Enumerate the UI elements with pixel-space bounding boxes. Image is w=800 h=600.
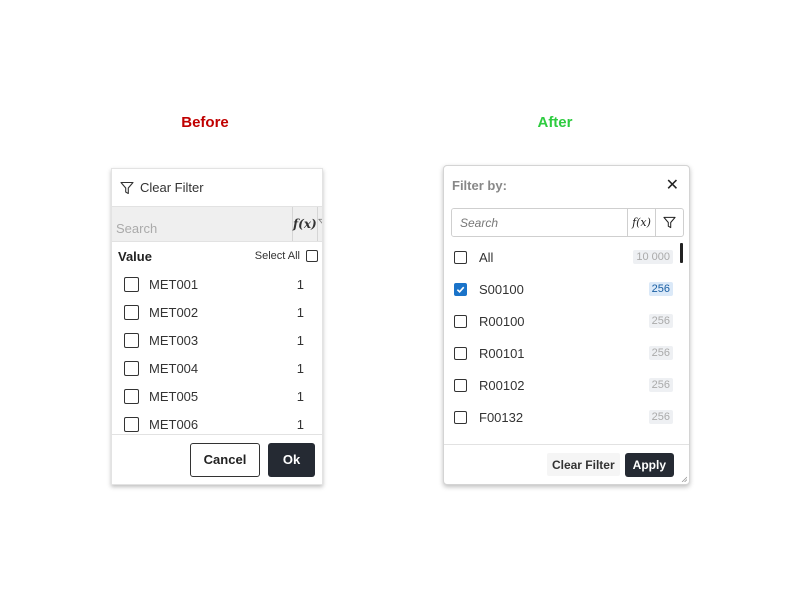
item-checkbox[interactable]	[454, 378, 467, 392]
search-row: f(x)	[112, 206, 322, 242]
list-item[interactable]: R00100 256	[444, 305, 689, 337]
item-label: MET004	[149, 360, 199, 376]
item-checkbox[interactable]	[454, 282, 467, 296]
item-count: 1	[296, 388, 304, 404]
search-row: f(x)	[451, 208, 684, 237]
item-count: 1	[296, 360, 304, 376]
list-item[interactable]: R00101 256	[444, 337, 689, 369]
item-label: S00100	[479, 281, 524, 297]
checkmark-icon	[456, 286, 465, 293]
before-footer: Cancel Ok	[112, 434, 322, 484]
item-count-badge: 256	[648, 314, 673, 328]
item-checkbox[interactable]	[124, 304, 139, 320]
item-count-badge: 256	[648, 378, 673, 392]
fx-label: f(x)	[293, 217, 317, 231]
item-label: R00102	[479, 377, 525, 393]
close-icon[interactable]: ✕	[666, 175, 679, 195]
list-item[interactable]: All 10 000	[444, 241, 689, 273]
search-input[interactable]	[452, 209, 627, 236]
value-header: Value	[118, 248, 152, 264]
resize-handle-icon[interactable]	[681, 476, 687, 482]
item-label: MET006	[149, 416, 199, 432]
item-count: 1	[296, 332, 304, 348]
item-checkbox[interactable]	[124, 332, 139, 348]
item-checkbox[interactable]	[454, 250, 467, 264]
item-label: MET001	[149, 276, 199, 292]
item-checkbox[interactable]	[454, 346, 467, 360]
item-checkbox[interactable]	[454, 410, 467, 424]
filter-button[interactable]	[316, 207, 322, 241]
value-list: All 10 000 S00100 256 R00100 256 R00101 256 …	[444, 241, 689, 437]
after-filter-panel: Filter by: ✕ f(x) All 10 000 S00100 256 R0…	[443, 165, 690, 485]
value-header-row: Value Select All	[112, 242, 322, 270]
item-count: 1	[296, 304, 304, 320]
item-count-badge: 256	[648, 346, 673, 360]
item-label: All	[479, 249, 494, 265]
filter-button[interactable]	[655, 209, 683, 236]
item-count: 1	[296, 416, 304, 432]
list-item[interactable]: R00102 256	[444, 369, 689, 401]
item-checkbox[interactable]	[454, 314, 467, 328]
item-count: 1	[296, 276, 304, 292]
cancel-button[interactable]: Cancel	[190, 442, 260, 477]
select-all-label: Select All	[254, 250, 300, 262]
function-button[interactable]: f(x)	[627, 209, 655, 236]
item-label: R00101	[479, 345, 525, 361]
filter-header: Filter by: ✕	[444, 166, 689, 204]
list-item[interactable]: MET002 1	[112, 298, 322, 326]
apply-button[interactable]: Apply	[624, 452, 674, 477]
filter-title: Filter by:	[452, 177, 507, 193]
item-checkbox[interactable]	[124, 360, 139, 376]
item-label: F00132	[479, 409, 524, 425]
fx-label: f(x)	[632, 216, 651, 229]
item-count-badge: 256	[648, 282, 673, 296]
list-item[interactable]: F00132 256	[444, 401, 689, 433]
clear-filter-header[interactable]: Clear Filter	[112, 169, 322, 206]
item-label: R00100	[479, 313, 525, 329]
item-checkbox[interactable]	[124, 276, 139, 292]
item-label: MET005	[149, 388, 199, 404]
funnel-icon	[120, 181, 134, 194]
item-count-badge: 10 000	[633, 250, 673, 264]
after-caption: After	[537, 114, 573, 131]
item-label: MET003	[149, 332, 199, 348]
list-item[interactable]: S00100 256	[444, 273, 689, 305]
item-checkbox[interactable]	[124, 388, 139, 404]
item-label: MET002	[149, 304, 199, 320]
before-filter-panel: Clear Filter f(x) Value Select All MET00…	[111, 168, 323, 485]
list-item[interactable]: MET005 1	[112, 382, 322, 410]
search-wrapper: f(x)	[444, 204, 689, 237]
list-item[interactable]: MET003 1	[112, 326, 322, 354]
clear-filter-label: Clear Filter	[140, 180, 204, 195]
function-button[interactable]: f(x)	[292, 207, 317, 241]
scrollbar-thumb[interactable]	[680, 243, 683, 263]
search-input[interactable]	[112, 207, 292, 241]
clear-filter-button[interactable]: Clear Filter	[546, 453, 620, 476]
funnel-icon	[663, 216, 676, 229]
item-count-badge: 256	[648, 410, 673, 424]
list-item[interactable]: MET004 1	[112, 354, 322, 382]
item-checkbox[interactable]	[124, 416, 139, 432]
after-footer: Clear Filter Apply	[444, 444, 689, 484]
select-all-checkbox[interactable]	[306, 250, 318, 262]
list-item[interactable]: MET001 1	[112, 270, 322, 298]
before-caption: Before	[181, 114, 229, 131]
ok-button[interactable]: Ok	[268, 442, 315, 477]
funnel-icon	[318, 218, 322, 225]
